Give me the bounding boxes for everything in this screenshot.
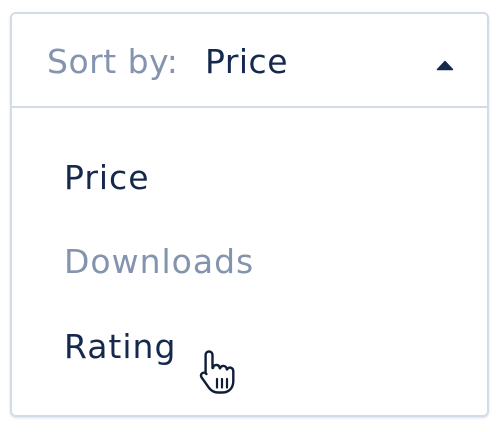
sort-option-price[interactable]: Price bbox=[64, 158, 150, 198]
sort-option-downloads[interactable]: Downloads bbox=[64, 242, 254, 282]
sort-selected-value: Price bbox=[205, 42, 289, 81]
sort-option-rating[interactable]: Rating bbox=[64, 327, 176, 367]
sort-dropdown: Sort by: Price Price Downloads Rating bbox=[10, 12, 489, 417]
hand-pointer-icon bbox=[196, 348, 242, 396]
caret-up-icon[interactable] bbox=[436, 56, 454, 71]
sort-by-label: Sort by: bbox=[47, 42, 179, 81]
sort-dropdown-header[interactable]: Sort by: Price bbox=[12, 14, 487, 108]
